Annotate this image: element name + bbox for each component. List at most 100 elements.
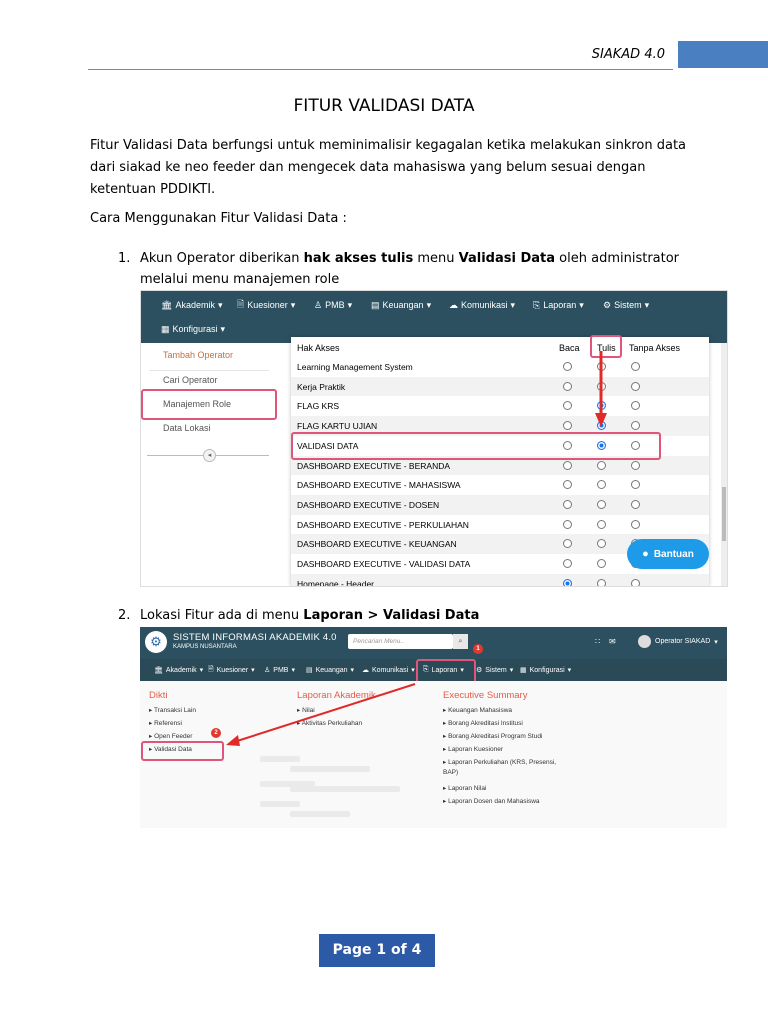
nav-pmb[interactable]: ♙ PMB ▾ [264, 663, 295, 677]
radio-baca[interactable] [563, 381, 572, 391]
scrollbar[interactable] [721, 343, 727, 586]
down-arrow-icon [595, 351, 607, 427]
radio-baca[interactable] [563, 480, 572, 490]
permission-row: Learning Management System [291, 357, 709, 377]
menu-item-referensi[interactable]: ▸ Referensi [149, 719, 182, 727]
step-1-bold-tulis: hak akses tulis [303, 251, 414, 266]
menu-item-keuangan-mahasiswa[interactable]: ▸ Keuangan Mahasiswa [443, 706, 512, 714]
menu-item-open-feeder[interactable]: ▸ Open Feeder [149, 732, 192, 740]
radio-tulis[interactable] [597, 539, 606, 549]
sidebar-item-cari-operator[interactable]: Cari Operator [163, 375, 218, 385]
money-icon: ▤ [371, 299, 380, 310]
mail-icon[interactable]: ✉ [609, 637, 616, 646]
role-screenshot: 🏛 Akademik ▾ 🗎 Kuesioner ▾ ♙ PMB ▾ ▤ Keuangan ▾ … [140, 290, 728, 587]
step-badge-1: 1 [473, 644, 483, 654]
radio-baca[interactable] [563, 519, 572, 529]
nav-kuesioner[interactable]: 🗎 Kuesioner ▾ [237, 298, 295, 312]
scrollbar-thumb[interactable] [722, 487, 726, 541]
menu-heading-dikti: Dikti [149, 690, 168, 701]
nav-sistem[interactable]: ⚙ Sistem ▾ [603, 298, 649, 312]
radio-baca[interactable] [563, 539, 572, 549]
radio-tanpa[interactable] [631, 381, 640, 391]
graduate-icon: ♙ [264, 667, 271, 674]
radio-baca[interactable] [563, 499, 572, 509]
main-navbar: 🏛 Akademik ▾ 🗎 Kuesioner ▾ ♙ PMB ▾ ▤ Keuangan ▾ … [141, 291, 727, 343]
bank-icon: 🏛 [161, 299, 173, 310]
menu-item-borang-institusi[interactable]: ▸ Borang Akreditasi Institusi [443, 719, 523, 727]
menu-item-laporan-nilai[interactable]: ▸ Laporan Nilai [443, 784, 486, 792]
nav-sistem[interactable]: ⚙ Sistem ▾ [476, 663, 513, 677]
permission-row: Kerja Praktik [291, 376, 709, 397]
nav-keuangan[interactable]: ▤ Keuangan ▾ [306, 663, 354, 677]
radio-tanpa[interactable] [631, 401, 640, 411]
chat-bubble-icon: ● [642, 548, 649, 560]
step-1: 1. Akun Operator diberikan hak akses tul… [118, 248, 688, 290]
menu-item-transaksi-lain[interactable]: ▸ Transaksi Lain [149, 706, 196, 714]
collapse-icon[interactable]: ◂ [203, 449, 216, 462]
step-1-text: Akun Operator diberikan hak akses tulis … [140, 251, 680, 287]
radio-tanpa[interactable] [631, 480, 640, 490]
nav-laporan[interactable]: ⎘ Laporan ▾ [533, 298, 584, 312]
menu-item-laporan-perkuliahan[interactable]: ▸ Laporan Perkuliahan (KRS, Presensi, BA… [443, 758, 573, 778]
radio-tulis[interactable] [597, 499, 606, 509]
radio-tulis[interactable] [597, 578, 606, 586]
radio-tulis[interactable] [597, 559, 606, 568]
radio-tanpa[interactable] [631, 362, 640, 371]
radio-tanpa[interactable] [631, 460, 640, 470]
search-input[interactable]: Pencarian Menu.. [348, 634, 453, 649]
nav-komunikasi[interactable]: ☁ Komunikasi ▾ [449, 298, 515, 312]
nav-pmb[interactable]: ♙ PMB ▾ [314, 298, 352, 312]
config-icon: ▦ [520, 667, 527, 674]
nav-akademik[interactable]: 🏛 Akademik ▾ [154, 663, 203, 677]
nav-akademik[interactable]: 🏛 Akademik ▾ [161, 298, 222, 312]
chat-icon: ☁ [449, 299, 458, 310]
radio-tulis[interactable] [597, 460, 606, 470]
radio-tulis[interactable] [597, 480, 606, 490]
document-icon: 🗎 [237, 299, 245, 309]
permission-table-header: Hak Akses Baca Tulis Tanpa Akses [291, 337, 709, 357]
nav-keuangan[interactable]: ▤ Keuangan ▾ [371, 298, 431, 312]
radio-baca[interactable] [563, 559, 572, 568]
sidebar-item-tambah-operator[interactable]: Tambah Operator [163, 350, 233, 360]
faded-background [290, 786, 400, 792]
sidebar-item-data-lokasi[interactable]: Data Lokasi [163, 423, 211, 433]
intro-paragraph: Fitur Validasi Data berfungsi untuk memi… [90, 138, 687, 197]
menu-item-laporan-kuesioner[interactable]: ▸ Laporan Kuesioner [443, 745, 503, 753]
step-2-bold-location: Laporan > Validasi Data [303, 608, 480, 623]
user-menu[interactable]: Operator SIAKAD ▾ [638, 635, 718, 648]
nav-kuesioner[interactable]: 🗎 Kuesioner ▾ [208, 663, 255, 677]
nav-komunikasi[interactable]: ☁ Komunikasi ▾ [362, 663, 415, 677]
permission-label: DASHBOARD EXECUTIVE - BERANDA [297, 460, 451, 471]
permission-row: DASHBOARD EXECUTIVE - DOSEN [291, 494, 709, 515]
radio-tanpa[interactable] [631, 578, 640, 586]
user-name: Operator SIAKAD [655, 638, 711, 645]
radio-baca[interactable] [563, 401, 572, 411]
nav-konfigurasi[interactable]: ▦ Konfigurasi ▾ [161, 322, 225, 336]
radio-tanpa[interactable] [631, 499, 640, 509]
col-tanpa-akses: Tanpa Akses [629, 343, 681, 353]
pointer-arrow-icon [226, 683, 416, 746]
help-button[interactable]: ● Bantuan [627, 539, 709, 569]
grid-icon[interactable]: ∷ [595, 637, 600, 646]
header-accent-bar [678, 41, 768, 68]
radio-baca[interactable] [563, 362, 572, 371]
radio-tanpa[interactable] [631, 421, 640, 431]
permission-label: Learning Management System [297, 362, 413, 372]
radio-baca[interactable] [563, 421, 572, 431]
menu-heading-executive-summary: Executive Summary [443, 690, 528, 701]
permission-row: Homepage - Header [291, 573, 709, 586]
radio-tanpa[interactable] [631, 519, 640, 529]
radio-tulis[interactable] [597, 519, 606, 529]
menu-item-laporan-dosen-mahasiswa[interactable]: ▸ Laporan Dosen dan Mahasiswa [443, 797, 540, 805]
step-2-text: Lokasi Fitur ada di menu Laporan > Valid… [140, 608, 480, 623]
permission-row: FLAG KRS [291, 396, 709, 416]
permission-label: DASHBOARD EXECUTIVE - DOSEN [297, 499, 440, 510]
radio-baca[interactable] [563, 460, 572, 470]
document-title: FITUR VALIDASI DATA [293, 96, 475, 116]
search-icon[interactable]: ⌕ [453, 634, 468, 649]
topbar-icons: ∷ ✉ [595, 637, 616, 646]
nav-konfigurasi[interactable]: ▦ Konfigurasi ▾ [520, 663, 571, 677]
menu-item-borang-prodi[interactable]: ▸ Borang Akreditasi Program Studi [443, 732, 542, 740]
radio-baca[interactable] [563, 578, 572, 586]
page-indicator: Page 1 of 4 [319, 934, 435, 967]
